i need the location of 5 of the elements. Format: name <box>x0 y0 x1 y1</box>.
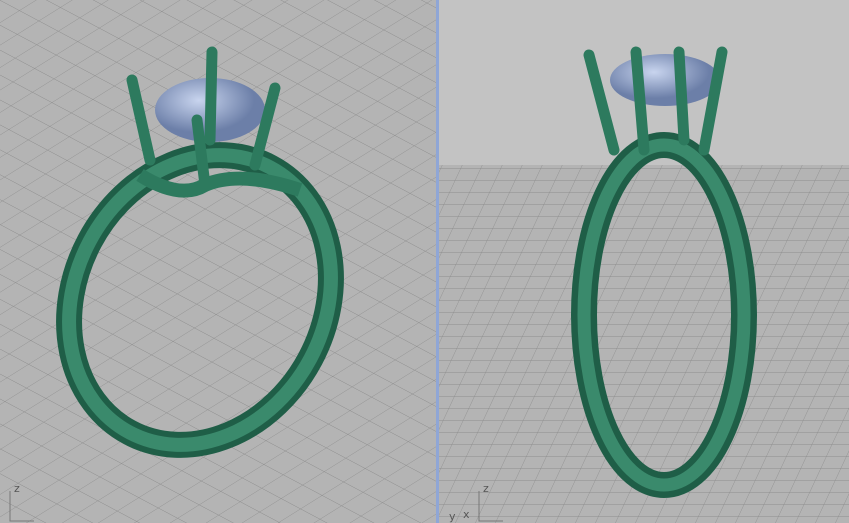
viewport[interactable]: z <box>0 0 436 523</box>
axis-label: x <box>463 509 470 520</box>
axis-label: z <box>483 483 489 494</box>
axis-label: y <box>449 511 456 522</box>
axis-label: z <box>14 483 20 494</box>
